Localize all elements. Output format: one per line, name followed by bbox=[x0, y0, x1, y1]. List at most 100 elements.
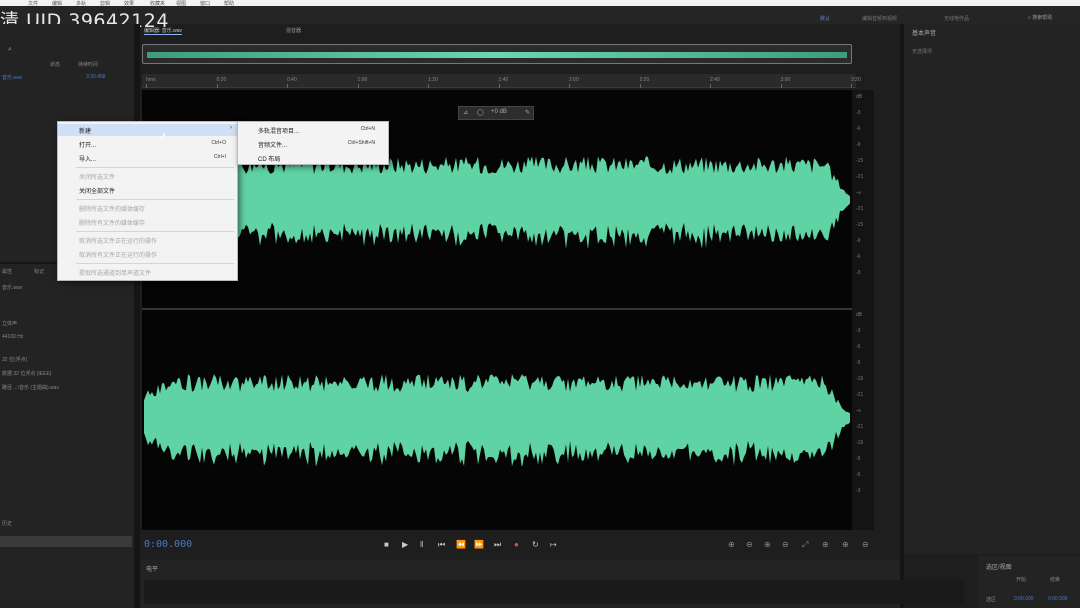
zoom-in-amplitude-icon[interactable]: ⊕ bbox=[728, 540, 735, 549]
menu-item-label: 删除所选文件的媒体缓存 bbox=[79, 207, 146, 213]
workspace-edit-video[interactable]: 编辑音频到视频 bbox=[862, 15, 897, 22]
zoom-in-time-icon[interactable]: ⊕ bbox=[764, 540, 771, 549]
play-icon[interactable]: ▶ bbox=[402, 540, 408, 549]
rewind-icon[interactable]: ⏪ bbox=[456, 540, 466, 549]
menu-item-shortcut: Ctrl+Shift+N bbox=[347, 140, 375, 146]
file-row-duration[interactable]: 3:30.458 bbox=[86, 74, 105, 80]
level-icon[interactable]: ⊿ bbox=[463, 109, 468, 116]
zoom-out-amplitude-icon[interactable]: ⊖ bbox=[746, 540, 753, 549]
ruler-tick bbox=[357, 84, 359, 88]
db-label: -3 bbox=[856, 270, 861, 276]
history-title: 历史 bbox=[2, 521, 13, 527]
to-end-icon[interactable]: ⏭ bbox=[494, 540, 501, 550]
menu-item-label: 音频文件... bbox=[258, 143, 288, 149]
editor-tabs: 编辑器: 音乐.wav 混音器 bbox=[140, 24, 900, 38]
essential-sound-subtitle: 无选择项 bbox=[912, 49, 933, 55]
ruler-tick-label: 0:20 bbox=[216, 77, 227, 83]
zoom-in-left-icon[interactable]: ⊕ bbox=[822, 540, 829, 549]
column-status[interactable]: 状态 bbox=[50, 61, 60, 68]
submenu-item[interactable]: 多轨混音项目... Ctrl+N bbox=[238, 124, 389, 137]
db-label: -9 bbox=[856, 456, 861, 462]
level-meter bbox=[144, 580, 964, 604]
channel-right bbox=[144, 370, 850, 466]
info-line: 44100 Hz bbox=[2, 334, 24, 340]
context-menu-item: 取消所有文件正在运行的操作 bbox=[58, 248, 238, 260]
stop-icon[interactable]: ■ bbox=[384, 540, 389, 549]
ruler-tick-label: 2:00 bbox=[569, 77, 579, 83]
db-scale: dB -3 -6 -9 -15 -21 -∞ -21 -15 -9 -6 -3 dB -3 -6 -9 -15 -… bbox=[852, 90, 874, 530]
workspace-default[interactable]: 默认 bbox=[820, 15, 830, 22]
submenu-item[interactable]: CD 布局 bbox=[238, 152, 389, 165]
info-line: 32 位(浮点) bbox=[2, 357, 28, 363]
ruler-tick bbox=[216, 84, 218, 88]
loop-icon[interactable]: ↻ bbox=[532, 540, 539, 549]
menu-separator bbox=[76, 231, 234, 232]
ruler-tick-label: 0:40 bbox=[287, 77, 297, 83]
ruler-tick-label: 2:20 bbox=[639, 77, 650, 83]
ruler-tick bbox=[428, 84, 429, 88]
context-menu-item: 提取所选通道到单声道文件 bbox=[58, 266, 238, 278]
overview-navigator[interactable] bbox=[142, 44, 852, 64]
info-line: 数据 32 位浮点 (IEEE) bbox=[2, 371, 52, 377]
ruler-tick bbox=[710, 84, 711, 88]
db-label: -3 bbox=[856, 328, 861, 334]
context-menu-item[interactable]: 新建 › bbox=[58, 124, 238, 136]
selection-start[interactable]: 0:00.000 bbox=[1014, 596, 1033, 602]
workspace-radio[interactable]: 无线电作品 bbox=[944, 15, 969, 22]
selection-view-title: 选区/视图 bbox=[986, 565, 1012, 571]
ruler-tick-label: 1:40 bbox=[498, 77, 509, 83]
file-context-menu: 新建 › 打开... Ctrl+O 导入... Ctrl+I 关闭所选文件 关闭全部文件 删除所… bbox=[57, 121, 238, 281]
info-line: 路径 ...\音乐 (主题曲).wav bbox=[2, 385, 59, 391]
menu-item-label: 关闭所选文件 bbox=[79, 175, 116, 181]
essential-sound-panel: 基本声音 无选择项 bbox=[904, 24, 1080, 554]
search-icon[interactable]: ⌕ bbox=[8, 46, 12, 54]
skip-icon[interactable]: ↦ bbox=[550, 540, 557, 549]
help-search[interactable]: ⌕ 搜索帮助 bbox=[1028, 14, 1076, 24]
db-label: -15 bbox=[856, 440, 864, 446]
properties-panel: 属性 标记 音乐.wav 立体声 44100 Hz 32 位(浮点) 数据 32… bbox=[0, 264, 134, 514]
ruler-tick bbox=[851, 84, 852, 88]
context-menu-item[interactable]: 打开... Ctrl+O bbox=[58, 138, 238, 150]
selection-end[interactable]: 0:00.000 bbox=[1048, 596, 1067, 602]
menu-separator bbox=[76, 263, 234, 264]
context-menu-item: 删除所有文件的媒体缓存 bbox=[58, 216, 238, 228]
ruler-tick-label: 3:00 bbox=[780, 77, 791, 83]
info-line: 立体声 bbox=[2, 321, 18, 327]
fast-forward-icon[interactable]: ⏩ bbox=[474, 540, 484, 549]
tab-properties[interactable]: 属性 bbox=[2, 268, 12, 275]
record-icon[interactable]: ● bbox=[514, 540, 519, 549]
db-label: -21 bbox=[856, 206, 864, 212]
tab-editor[interactable]: 编辑器: 音乐.wav bbox=[144, 27, 183, 35]
zoom-out-time-icon[interactable]: ⊖ bbox=[782, 540, 789, 549]
db-label: -6 bbox=[856, 254, 861, 260]
pause-icon[interactable]: ‖ bbox=[420, 540, 423, 549]
zoom-selection-icon[interactable]: ⊖ bbox=[862, 540, 869, 549]
context-menu-item[interactable]: 关闭全部文件 bbox=[58, 184, 238, 196]
tab-markers[interactable]: 标记 bbox=[34, 268, 44, 275]
file-row-name[interactable]: 音乐.wav bbox=[2, 74, 22, 81]
ruler-tick bbox=[498, 84, 500, 88]
db-label: -21 bbox=[856, 174, 864, 180]
time-ruler[interactable]: hms 0:20 0:40 1:00 1:20 1:40 2:00 2:20 2:40 3:00 3… bbox=[142, 74, 861, 88]
db-label: -6 bbox=[856, 472, 861, 478]
zoom-in-right-icon[interactable]: ⊕ bbox=[842, 540, 849, 549]
context-menu-item: 关闭所选文件 bbox=[58, 170, 238, 182]
submenu-arrow-icon: › bbox=[230, 125, 232, 131]
ruler-tick bbox=[287, 84, 288, 88]
gain-value[interactable]: +0 dB bbox=[491, 109, 507, 115]
pin-icon[interactable]: ✎ bbox=[525, 109, 530, 116]
timecode[interactable]: 0:00.000 bbox=[144, 539, 192, 550]
context-menu-item[interactable]: 导入... Ctrl+I bbox=[58, 152, 238, 164]
transport-bar: 0:00.000 ■ ▶ ‖ ⏮ ⏪ ⏩ ⏭ ● ↻ ↦ ⊕ ⊖ ⊕ ⊖ ⤢ ⊕… bbox=[140, 532, 900, 558]
zoom-full-icon[interactable]: ⤢ bbox=[802, 540, 808, 550]
history-item[interactable] bbox=[0, 536, 132, 547]
ruler-tick bbox=[569, 84, 570, 88]
menu-item-shortcut: Ctrl+I bbox=[213, 154, 226, 160]
volume-knob-icon[interactable]: ◯ bbox=[477, 109, 484, 116]
submenu-item[interactable]: 音频文件... Ctrl+Shift+N bbox=[238, 138, 389, 151]
history-panel: 历史 bbox=[0, 514, 134, 608]
column-duration[interactable]: 持续时间 bbox=[78, 61, 98, 68]
tab-mixer[interactable]: 混音器 bbox=[286, 27, 301, 34]
to-start-icon[interactable]: ⏮ bbox=[438, 540, 445, 550]
db-label: -21 bbox=[856, 392, 864, 398]
